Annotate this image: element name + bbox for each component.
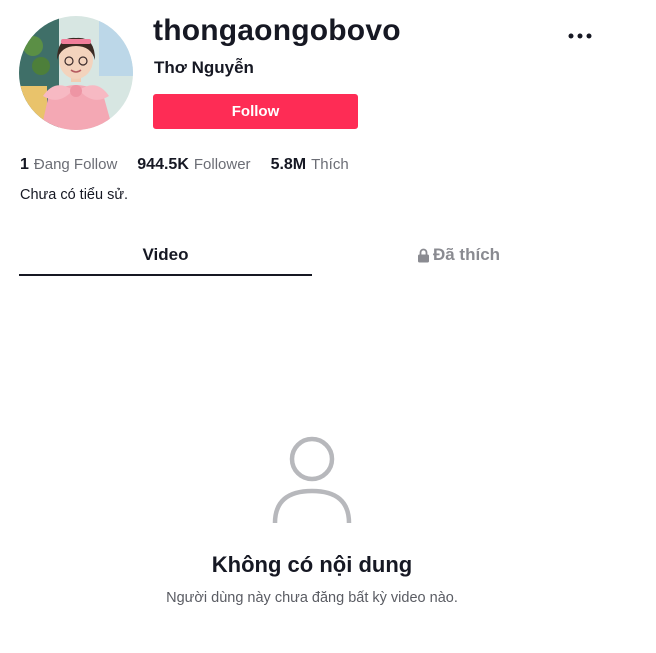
tab-video[interactable]: Video (19, 234, 312, 276)
tab-video-label: Video (142, 245, 189, 264)
following-count: 1 (20, 156, 29, 173)
likes-label: Thích (311, 156, 349, 173)
stat-following[interactable]: 1 Đang Follow (20, 156, 117, 174)
stat-followers[interactable]: 944.5K Follower (137, 156, 250, 174)
empty-state-description: Người dùng này chưa đăng bất kỳ video nà… (166, 590, 458, 606)
following-label: Đang Follow (33, 156, 118, 173)
avatar-image (19, 16, 133, 130)
active-tab-indicator (19, 274, 312, 276)
avatar[interactable] (19, 16, 133, 130)
profile-stats: 1 Đang Follow 944.5K Follower 5.8M Thích (20, 156, 349, 174)
profile-username: thongaongobovo (153, 14, 401, 47)
empty-state-title: Không có nội dung (211, 552, 413, 577)
more-options-button[interactable] (566, 28, 594, 44)
tab-liked[interactable]: Đã thích (312, 234, 605, 276)
user-icon (272, 436, 352, 524)
followers-count: 944.5K (137, 156, 189, 173)
tab-liked-label: Đã thích (432, 245, 501, 264)
likes-count: 5.8M (270, 156, 307, 173)
stat-likes: 5.8M Thích (271, 156, 349, 174)
follow-button[interactable]: Follow (153, 94, 358, 129)
profile-nickname: Thơ Nguyễn (154, 58, 254, 77)
more-icon (568, 33, 592, 39)
followers-label: Follower (193, 156, 251, 173)
profile-bio: Chưa có tiểu sử. (20, 187, 129, 203)
profile-tabs: Video Đã thích (19, 234, 605, 278)
lock-icon (417, 248, 430, 263)
